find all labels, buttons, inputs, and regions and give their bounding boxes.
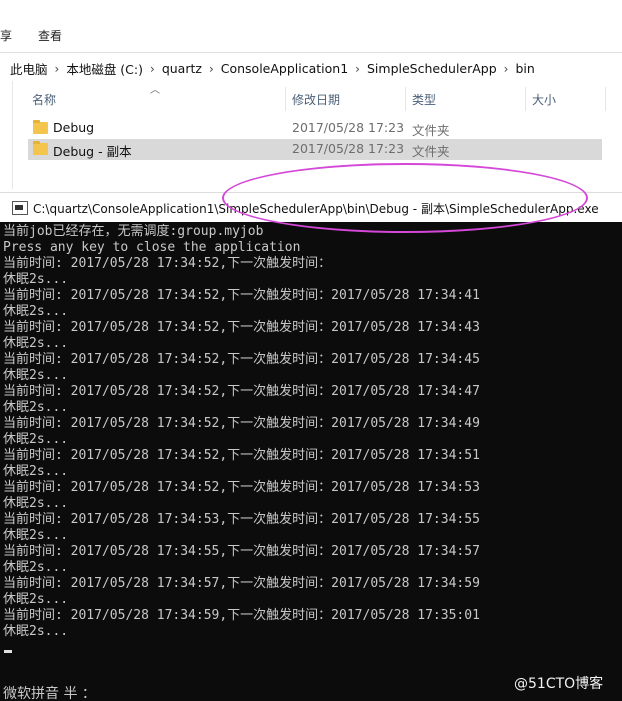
watermark: @51CTO博客 (514, 676, 604, 692)
navigation-pane-edge (0, 81, 13, 189)
console-line: 当前时间: 2017/05/28 17:34:59,下一次触发时间：2017/0… (3, 608, 480, 623)
file-date: 2017/05/28 17:23 (292, 141, 405, 156)
file-row-debug[interactable]: Debug 2017/05/28 17:23 文件夹 (28, 118, 602, 139)
file-date: 2017/05/28 17:23 (292, 120, 405, 135)
column-header-date[interactable]: 修改日期 (292, 91, 340, 108)
console-line: 休眠2s... (3, 304, 69, 319)
ribbon: 享 查看 (0, 0, 622, 50)
console-line: 当前时间: 2017/05/28 17:34:55,下一次触发时间：2017/0… (3, 544, 480, 559)
chevron-right-icon[interactable]: › (355, 62, 360, 76)
breadcrumb: 此电脑 › 本地磁盘 (C:) › quartz › ConsoleApplic… (10, 59, 535, 78)
console-line: 当前时间: 2017/05/28 17:34:52,下一次触发时间： (3, 256, 332, 271)
breadcrumb-quartz[interactable]: quartz (162, 61, 202, 76)
console-line: 休眠2s... (3, 464, 69, 479)
console-line: 当前时间: 2017/05/28 17:34:52,下一次触发时间：2017/0… (3, 352, 480, 367)
file-name: Debug - 副本 (53, 144, 132, 159)
console-line: 当前时间: 2017/05/28 17:34:52,下一次触发时间：2017/0… (3, 416, 480, 431)
chevron-right-icon[interactable]: › (150, 62, 155, 76)
console-line: 休眠2s... (3, 560, 69, 575)
ribbon-tab-view[interactable]: 查看 (38, 27, 62, 44)
breadcrumb-bin[interactable]: bin (515, 61, 534, 76)
folder-icon (33, 120, 48, 134)
console-line: 休眠2s... (3, 592, 69, 607)
console-line: 休眠2s... (3, 400, 69, 415)
ribbon-tab-share[interactable]: 享 (0, 27, 12, 44)
console-line: 休眠2s... (3, 336, 69, 351)
column-divider[interactable] (605, 87, 606, 111)
highlight-ellipse (222, 163, 588, 233)
column-divider[interactable] (525, 87, 526, 111)
column-header-size[interactable]: 大小 (532, 91, 556, 108)
console-line: 当前时间: 2017/05/28 17:34:52,下一次触发时间：2017/0… (3, 480, 480, 495)
breadcrumb-this-pc[interactable]: 此电脑 (10, 59, 48, 78)
file-type: 文件夹 (412, 144, 450, 159)
console-line: 当前时间: 2017/05/28 17:34:57,下一次触发时间：2017/0… (3, 576, 480, 591)
console-line: 当前时间: 2017/05/28 17:34:53,下一次触发时间：2017/0… (3, 512, 480, 527)
console-line: 休眠2s... (3, 496, 69, 511)
console-output[interactable]: 当前job已经存在，无需调度:group.myjob Press any key … (0, 222, 622, 701)
column-header-name[interactable]: 名称 (32, 91, 56, 108)
console-line: Press any key to close the application (3, 240, 301, 255)
console-line: 休眠2s... (3, 432, 69, 447)
console-app-icon (12, 201, 28, 215)
breadcrumb-simpleschedulerapp[interactable]: SimpleSchedulerApp (367, 61, 497, 76)
console-line: 休眠2s... (3, 624, 69, 639)
column-divider[interactable] (405, 87, 406, 111)
console-line: 休眠2s... (3, 272, 69, 287)
file-name: Debug (53, 120, 95, 135)
chevron-right-icon[interactable]: › (209, 62, 214, 76)
console-line: 当前job已经存在，无需调度:group.myjob (3, 224, 264, 239)
chevron-right-icon[interactable]: › (55, 62, 60, 76)
console-line: 休眠2s... (3, 528, 69, 543)
breadcrumb-consoleapplication1[interactable]: ConsoleApplication1 (221, 61, 348, 76)
sort-up-icon: ︿ (150, 85, 160, 96)
console-line: 休眠2s... (3, 368, 69, 383)
console-line: 当前时间: 2017/05/28 17:34:52,下一次触发时间：2017/0… (3, 384, 480, 399)
console-line: 当前时间: 2017/05/28 17:34:52,下一次触发时间：2017/0… (3, 288, 480, 303)
column-divider[interactable] (285, 87, 286, 111)
ime-status: 微软拼音 半 ： (3, 686, 96, 701)
console-line: 当前时间: 2017/05/28 17:34:52,下一次触发时间：2017/0… (3, 448, 480, 463)
file-row-debug-copy[interactable]: Debug - 副本 2017/05/28 17:23 文件夹 (28, 139, 602, 160)
breadcrumb-local-disk[interactable]: 本地磁盘 (C:) (66, 59, 143, 78)
console-line: 当前时间: 2017/05/28 17:34:52,下一次触发时间：2017/0… (3, 320, 480, 335)
address-bar[interactable]: 此电脑 › 本地磁盘 (C:) › quartz › ConsoleApplic… (0, 52, 622, 82)
folder-icon (33, 141, 48, 155)
column-header-type[interactable]: 类型 (412, 91, 436, 108)
chevron-right-icon[interactable]: › (504, 62, 509, 76)
file-type: 文件夹 (412, 123, 450, 138)
text-cursor (4, 650, 12, 653)
